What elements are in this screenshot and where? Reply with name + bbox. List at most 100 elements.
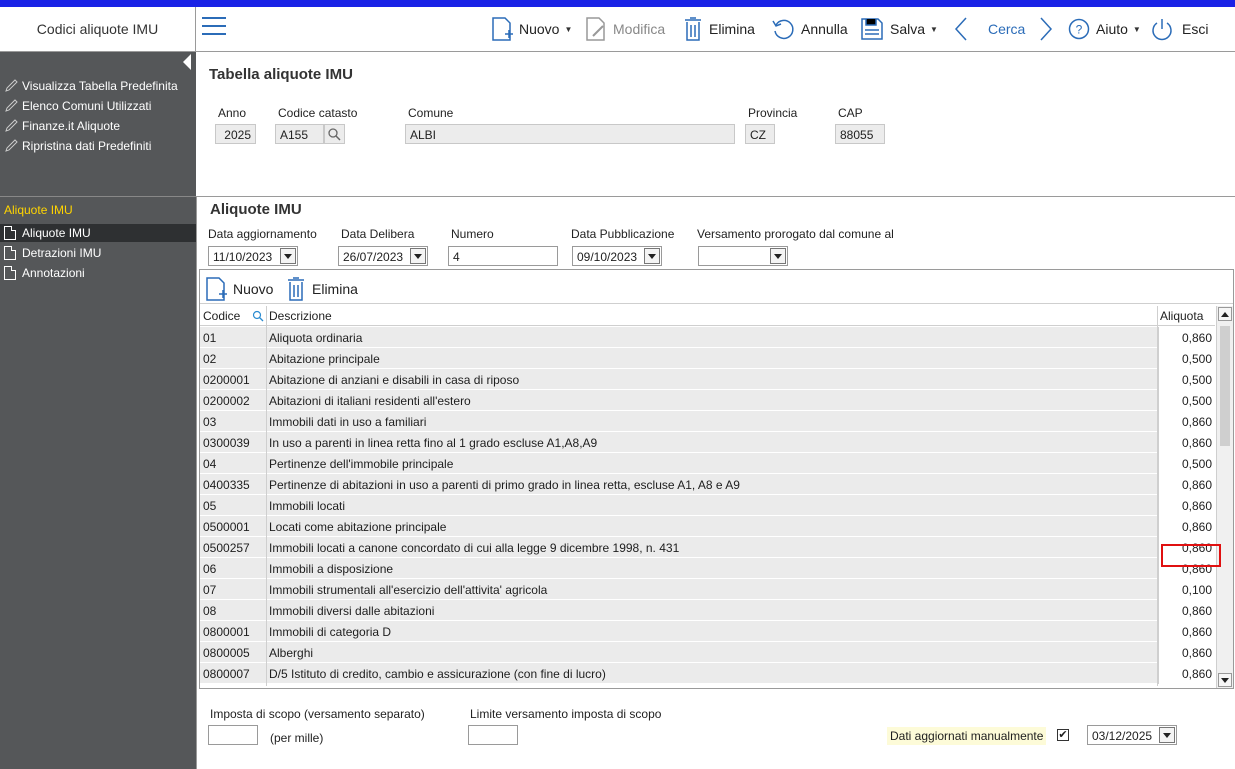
cadastral-search-button[interactable] xyxy=(324,124,345,144)
menu-icon[interactable] xyxy=(202,17,226,37)
undo-button-label: Annulla xyxy=(801,21,848,37)
table-row[interactable]: 0800005 Alberghi 0,860 xyxy=(200,642,1216,663)
purpose-tax-input[interactable] xyxy=(208,725,258,745)
sidebar-collapse-icon[interactable] xyxy=(183,54,191,70)
manual-date-field[interactable]: 03/12/2025 xyxy=(1087,725,1177,745)
resolution-date-value: 26/07/2023 xyxy=(343,250,404,264)
table-row[interactable]: 0500257 Immobili locati a canone concorda… xyxy=(200,537,1216,558)
scroll-up-icon[interactable] xyxy=(1218,307,1232,321)
save-button[interactable]: Salva ▼ xyxy=(860,15,938,43)
chevron-down-icon[interactable] xyxy=(770,248,786,264)
sidebar-item-aliquote[interactable]: Aliquote IMU xyxy=(0,224,196,242)
chevron-down-icon[interactable] xyxy=(644,248,660,264)
sidebar-link-view-default[interactable]: Visualizza Tabella Predefinita xyxy=(4,77,178,95)
table-row[interactable]: 0400335 Pertinenze di abitazioni in uso a… xyxy=(200,474,1216,495)
row-rate[interactable]: 0,860 xyxy=(1158,474,1216,495)
new-button[interactable]: Nuovo ▼ xyxy=(491,15,572,43)
table-row[interactable]: 08 Immobili diversi dalle abitazioni 0,860 xyxy=(200,600,1216,621)
next-button[interactable] xyxy=(1039,15,1059,43)
publication-date-field[interactable]: 09/10/2023 xyxy=(572,246,662,266)
update-date-field[interactable]: 11/10/2023 xyxy=(208,246,298,266)
row-description: Pertinenze dell'immobile principale xyxy=(269,457,454,471)
prev-button[interactable] xyxy=(954,15,974,43)
sidebar-link-used-towns[interactable]: Elenco Comuni Utilizzati xyxy=(4,97,151,115)
row-rate[interactable]: 0,500 xyxy=(1158,369,1216,390)
table-row[interactable]: 0800007 D/5 Istituto di credito, cambio e… xyxy=(200,663,1216,684)
town-label: Comune xyxy=(408,106,454,120)
sidebar-link-label: Ripristina dati Predefiniti xyxy=(22,139,152,153)
column-search-icon[interactable] xyxy=(252,310,264,322)
trash-icon xyxy=(288,277,304,301)
sidebar-item-annotazioni[interactable]: Annotazioni xyxy=(0,264,196,282)
table-row[interactable]: 01 Aliquota ordinaria 0,860 xyxy=(200,327,1216,348)
grid-delete-button[interactable]: Elimina xyxy=(286,275,358,303)
grid-scrollbar[interactable] xyxy=(1216,306,1233,688)
cap-field[interactable]: 88055 xyxy=(835,124,885,144)
row-rate[interactable]: 0,860 xyxy=(1158,495,1216,516)
row-code: 0200002 xyxy=(203,394,250,408)
table-row[interactable]: 0500001 Locati come abitazione principale… xyxy=(200,516,1216,537)
scrollbar-thumb[interactable] xyxy=(1220,326,1230,446)
chevron-left-icon xyxy=(954,17,967,41)
town-field[interactable]: ALBI xyxy=(405,124,735,144)
table-row[interactable]: 0200002 Abitazioni di italiani residenti … xyxy=(200,390,1216,411)
purpose-tax-label: Imposta di scopo (versamento separato) xyxy=(210,707,425,721)
column-header-rate[interactable]: Aliquota xyxy=(1160,309,1203,323)
row-code: 0500257 xyxy=(203,541,250,555)
province-field[interactable]: CZ xyxy=(745,124,775,144)
edit-button[interactable]: Modifica xyxy=(585,15,665,43)
row-rate[interactable]: 0,500 xyxy=(1158,390,1216,411)
table-row[interactable]: 0800001 Immobili di categoria D 0,860 xyxy=(200,621,1216,642)
table-row[interactable]: 0200001 Abitazione di anziani e disabili … xyxy=(200,369,1216,390)
sidebar-link-finanze-rates[interactable]: Finanze.it Aliquote xyxy=(4,117,120,135)
column-header-description[interactable]: Descrizione xyxy=(269,309,332,323)
search-button[interactable]: Cerca xyxy=(988,15,1025,43)
sidebar-link-restore-defaults[interactable]: Ripristina dati Predefiniti xyxy=(4,137,151,155)
row-rate[interactable]: 0,860 xyxy=(1158,432,1216,453)
row-description: Immobili a disposizione xyxy=(269,562,394,576)
delete-button[interactable]: Elimina xyxy=(683,15,755,43)
table-row[interactable]: 04 Pertinenze dell'immobile principale 0,5… xyxy=(200,453,1216,474)
help-button[interactable]: ? Aiuto ▼ xyxy=(1068,15,1141,43)
purpose-limit-label: Limite versamento imposta di scopo xyxy=(470,707,662,721)
row-rate[interactable]: 0,860 xyxy=(1158,411,1216,432)
year-field[interactable]: 2025 xyxy=(215,124,256,144)
row-description: Immobili diversi dalle abitazioni xyxy=(269,604,435,618)
undo-button[interactable]: Annulla xyxy=(771,15,848,43)
resolution-date-field[interactable]: 26/07/2023 xyxy=(338,246,428,266)
table-row[interactable]: 0300039 In uso a parenti in linea retta f… xyxy=(200,432,1216,453)
chevron-down-icon[interactable] xyxy=(280,248,296,264)
table-row[interactable]: 07 Immobili strumentali all'esercizio del… xyxy=(200,579,1216,600)
save-icon xyxy=(861,18,883,40)
extended-payment-field[interactable] xyxy=(698,246,788,266)
column-header-code[interactable]: Codice xyxy=(203,309,240,323)
app-title: Codici aliquote IMU xyxy=(0,7,196,52)
row-rate[interactable]: 0,500 xyxy=(1158,348,1216,369)
row-rate[interactable]: 0,500 xyxy=(1158,453,1216,474)
undo-icon xyxy=(772,19,794,40)
row-rate[interactable]: 0,860 xyxy=(1158,516,1216,537)
chevron-down-icon[interactable] xyxy=(410,248,426,264)
table-row[interactable]: 02 Abitazione principale 0,500 xyxy=(200,348,1216,369)
row-code: 06 xyxy=(203,562,217,576)
row-rate[interactable]: 0,860 xyxy=(1158,327,1216,348)
exit-button[interactable]: Esci xyxy=(1150,15,1208,43)
table-row[interactable]: 05 Immobili locati 0,860 xyxy=(200,495,1216,516)
table-row[interactable]: 03 Immobili dati in uso a familiari 0,860 xyxy=(200,411,1216,432)
number-field[interactable]: 4 xyxy=(448,246,558,266)
scroll-down-icon[interactable] xyxy=(1218,673,1232,687)
purpose-limit-input[interactable] xyxy=(468,725,518,745)
manual-update-checkbox[interactable]: ✔ xyxy=(1057,729,1069,741)
grid-new-button[interactable]: Nuovo xyxy=(205,275,273,303)
table-row[interactable]: 06 Immobili a disposizione 0,860 xyxy=(200,558,1216,579)
row-description: Immobili strumentali all'esercizio dell'… xyxy=(269,583,548,597)
row-rate[interactable]: 0,860 xyxy=(1158,621,1216,642)
row-rate[interactable]: 0,860 xyxy=(1158,642,1216,663)
row-rate[interactable]: 0,860 xyxy=(1158,600,1216,621)
chevron-down-icon[interactable] xyxy=(1159,727,1175,743)
row-rate[interactable]: 0,860 xyxy=(1158,663,1216,684)
page-title: Tabella aliquote IMU xyxy=(209,66,353,83)
cadastral-code-field[interactable]: A155 xyxy=(275,124,324,144)
row-rate[interactable]: 0,100 xyxy=(1158,579,1216,600)
sidebar-item-detrazioni[interactable]: Detrazioni IMU xyxy=(0,244,196,262)
